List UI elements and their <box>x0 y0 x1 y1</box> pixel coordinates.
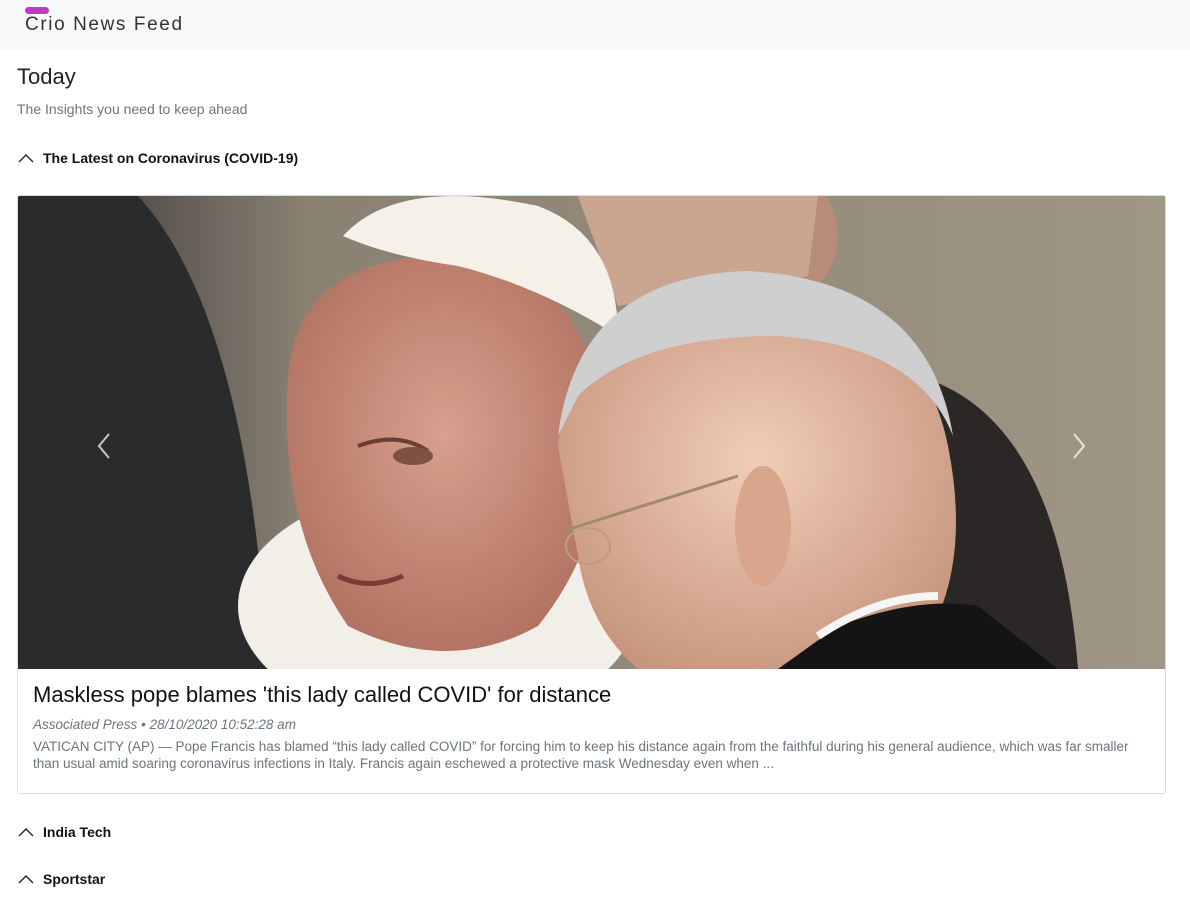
article-date: 28/10/2020 10:52:28 am <box>149 717 296 732</box>
page-subtitle: The Insights you need to keep ahead <box>17 101 248 117</box>
article-meta: Associated Press • 28/10/2020 10:52:28 a… <box>33 717 296 732</box>
chevron-left-icon <box>97 433 110 459</box>
section-toggle-india-tech[interactable]: India Tech <box>17 824 111 840</box>
section-toggle-sportstar[interactable]: Sportstar <box>17 871 105 887</box>
navbar: Crio News Feed <box>0 0 1190 50</box>
section-toggle-covid[interactable]: The Latest on Coronavirus (COVID-19) <box>17 150 298 166</box>
chevron-up-icon <box>18 828 34 837</box>
article-title[interactable]: Maskless pope blames 'this lady called C… <box>33 682 611 708</box>
section-label: Sportstar <box>43 871 106 887</box>
article-image <box>18 196 1165 669</box>
brand-accent-bar <box>25 7 49 14</box>
article-source: Associated Press <box>33 717 138 732</box>
article-card[interactable]: Maskless pope blames 'this lady called C… <box>17 195 1166 794</box>
chevron-right-icon <box>1073 433 1086 459</box>
article-photo <box>18 196 1165 669</box>
carousel-next-button[interactable] <box>1049 401 1109 491</box>
chevron-up-icon <box>18 875 34 884</box>
brand-link[interactable]: Crio News Feed <box>25 14 184 36</box>
page-title: Today <box>17 64 76 89</box>
chevron-up-icon <box>18 154 34 163</box>
carousel-prev-button[interactable] <box>74 401 134 491</box>
section-label: India Tech <box>43 824 112 840</box>
article-description: VATICAN CITY (AP) — Pope Francis has bla… <box>33 739 1129 771</box>
section-label: The Latest on Coronavirus (COVID-19) <box>43 150 299 166</box>
meta-separator: • <box>141 717 146 732</box>
